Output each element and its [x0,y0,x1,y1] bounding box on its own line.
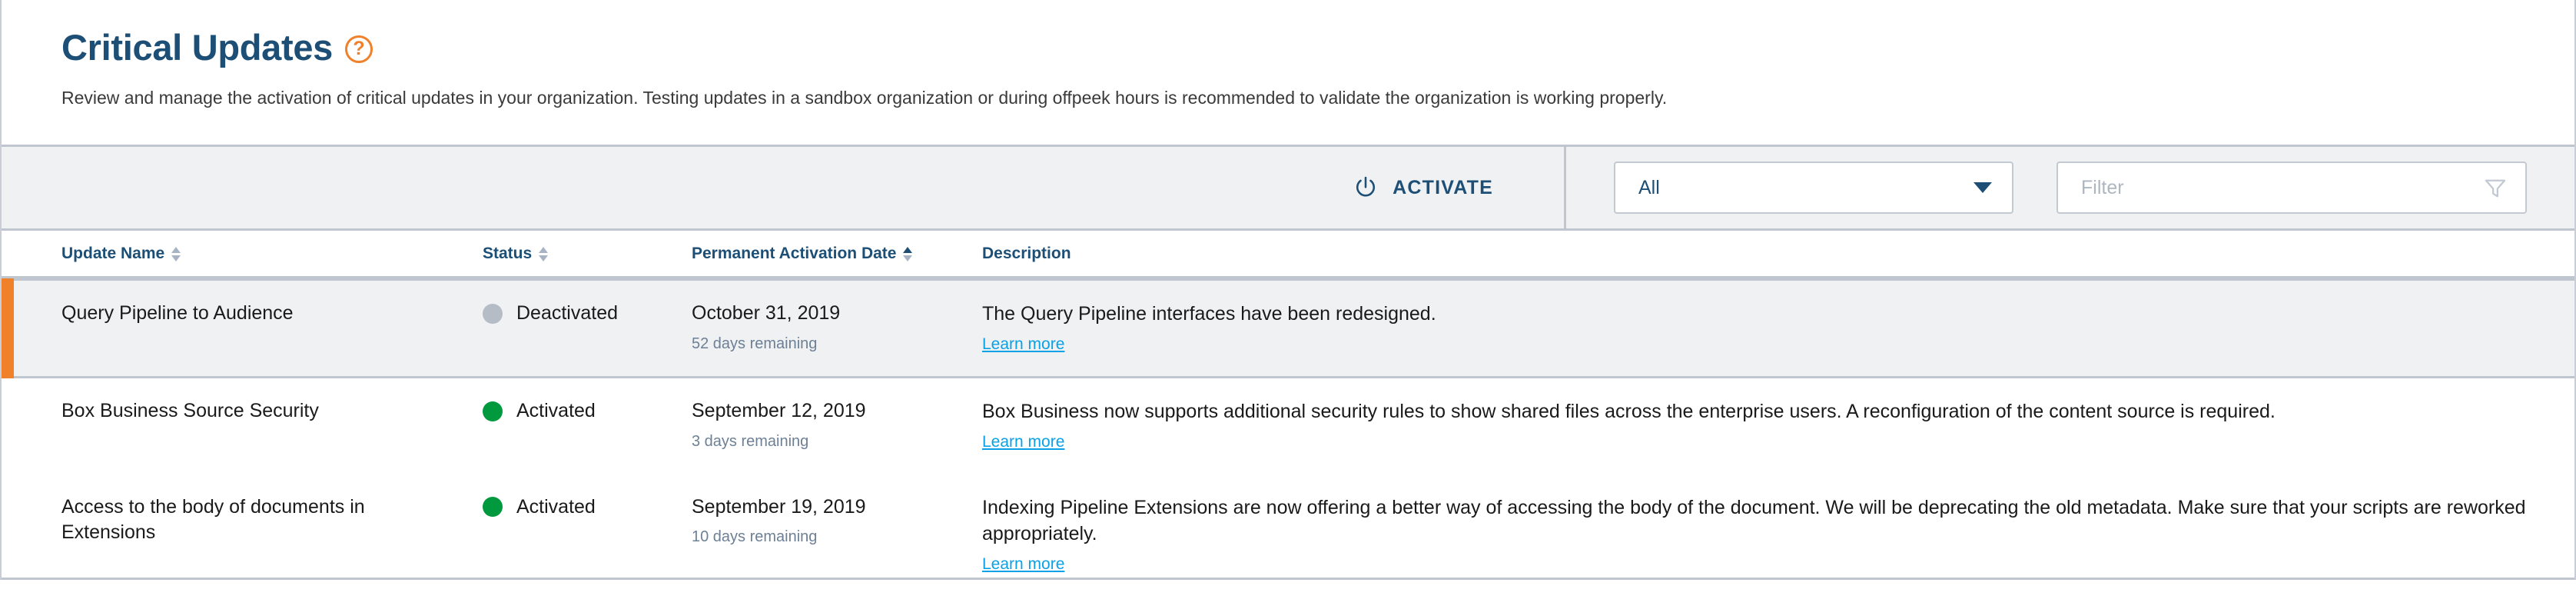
table-row[interactable]: Query Pipeline to Audience Deactivated O… [2,278,2574,378]
cell-description: Box Business now supports additional sec… [982,398,2574,454]
days-remaining: 52 days remaining [692,334,982,355]
days-remaining: 10 days remaining [692,527,982,548]
page-title: Critical Updates [61,29,333,65]
status-label: Deactivated [516,301,618,327]
column-header-label: Permanent Activation Date [692,245,896,263]
cell-description: The Query Pipeline interfaces have been … [982,301,2574,356]
cell-status: Deactivated [483,301,692,327]
sort-icon[interactable] [903,247,912,261]
description-text: Indexing Pipeline Extensions are now off… [982,494,2574,548]
chevron-down-icon [1973,182,1992,193]
status-label: Activated [516,398,596,425]
column-header-permanent-activation-date[interactable]: Permanent Activation Date [692,245,982,263]
cell-status: Activated [483,494,692,521]
days-remaining: 3 days remaining [692,431,982,452]
status-dot-icon [483,497,503,517]
column-header-label: Status [483,245,532,263]
cell-update-name: Query Pipeline to Audience [61,301,483,327]
column-header-label: Update Name [61,245,164,263]
table-header-row: Update Name Status Permanent Activation … [2,231,2574,278]
column-header-status[interactable]: Status [483,245,692,263]
activation-date: September 12, 2019 [692,398,982,425]
cell-update-name: Access to the body of documents in Exten… [61,494,483,547]
status-dot-icon [483,304,503,324]
help-circle-icon[interactable]: ? [345,35,373,63]
sort-icon[interactable] [539,247,548,261]
cell-activation-date: October 31, 2019 52 days remaining [692,301,982,355]
activation-date: September 19, 2019 [692,494,982,521]
filter-input[interactable] [2080,176,2482,200]
description-text: Box Business now supports additional sec… [982,398,2574,425]
status-dot-icon [483,401,503,421]
column-header-update-name[interactable]: Update Name [61,245,483,263]
status-label: Activated [516,494,596,521]
page-header: Critical Updates ? Review and manage the… [2,0,2574,145]
title-row: Critical Updates ? [61,29,2574,65]
description-text: The Query Pipeline interfaces have been … [982,301,2574,328]
column-header-description: Description [982,245,2574,263]
page-subtitle: Review and manage the activation of crit… [61,87,2574,110]
cell-description: Indexing Pipeline Extensions are now off… [982,494,2574,577]
toolbar: ACTIVATE All [2,145,2574,231]
row-selection-marker [2,278,14,378]
column-header-label: Description [982,245,1071,263]
activate-button[interactable]: ACTIVATE [1353,175,1493,201]
learn-more-link[interactable]: Learn more [982,334,1064,355]
cell-update-name: Box Business Source Security [61,398,483,425]
filter-field[interactable] [2056,161,2527,214]
cell-activation-date: September 19, 2019 10 days remaining [692,494,982,548]
cell-status: Activated [483,398,692,425]
status-filter-value: All [1638,177,1660,199]
status-filter-select[interactable]: All [1614,161,2013,214]
cell-activation-date: September 12, 2019 3 days remaining [692,398,982,452]
activation-date: October 31, 2019 [692,301,982,327]
power-icon [1353,175,1379,201]
toolbar-right-section: All [1566,147,2574,228]
sort-icon[interactable] [171,247,181,261]
critical-updates-table: Update Name Status Permanent Activation … [2,231,2574,596]
toolbar-left-section: ACTIVATE [2,147,1564,228]
table-row[interactable]: Box Business Source Security Activated S… [2,378,2574,474]
activate-button-label: ACTIVATE [1393,177,1493,199]
learn-more-link[interactable]: Learn more [982,554,1064,575]
learn-more-link[interactable]: Learn more [982,431,1064,453]
critical-updates-page: Critical Updates ? Review and manage the… [0,0,2576,580]
funnel-icon [2482,175,2508,201]
